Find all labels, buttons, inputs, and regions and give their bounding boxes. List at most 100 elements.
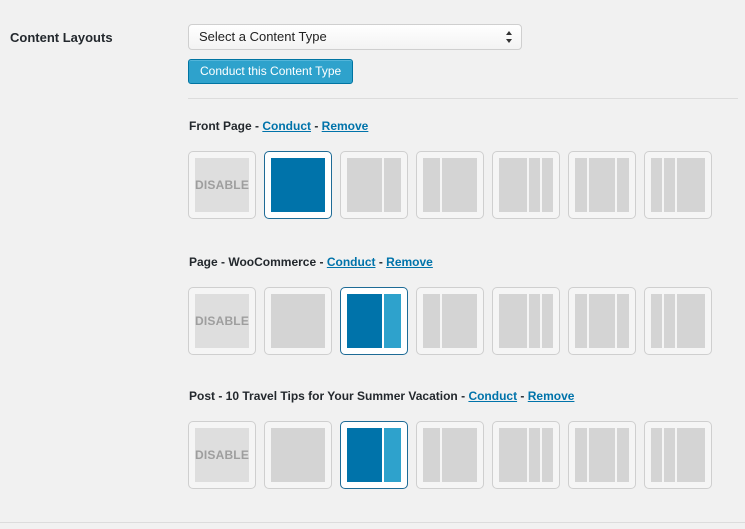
layout-column: [423, 428, 440, 482]
content-type-select-value: Select a Content Type: [199, 29, 327, 44]
conduct-content-type-button[interactable]: Conduct this Content Type: [188, 59, 354, 84]
content-type-select[interactable]: Select a Content Type: [188, 24, 522, 50]
disable-label: DISABLE: [195, 294, 249, 348]
layout-column: [442, 158, 477, 212]
section-front-page-title: Front Page - Conduct - Remove: [189, 119, 369, 133]
layout-option-content-sidebar-sidebar[interactable]: [492, 151, 560, 219]
section-post-title: Post - 10 Travel Tips for Your Summer Va…: [189, 389, 575, 403]
layout-option-full-width[interactable]: [264, 287, 332, 355]
layout-option-sidebar-content-sidebar[interactable]: [568, 287, 636, 355]
layout-column: [384, 294, 401, 348]
layout-column: [384, 428, 401, 482]
disable-label: DISABLE: [195, 158, 249, 212]
layout-column: [677, 158, 705, 212]
layout-preview-icon: [499, 158, 553, 212]
layout-option-disable[interactable]: DISABLE: [188, 287, 256, 355]
layout-column: [271, 428, 325, 482]
layout-preview-icon: [499, 294, 553, 348]
layout-options-front-page: DISABLE: [188, 151, 718, 219]
layout-option-disable[interactable]: DISABLE: [188, 151, 256, 219]
layout-column: [664, 428, 675, 482]
layout-column: [347, 158, 382, 212]
layout-column: [651, 428, 662, 482]
bottom-divider: [0, 522, 745, 523]
layout-option-content-sidebar[interactable]: [340, 421, 408, 489]
layout-column: [575, 158, 587, 212]
section-title-text: Front Page: [189, 119, 252, 133]
remove-link[interactable]: Remove: [528, 389, 575, 403]
layout-option-sidebar-content[interactable]: [416, 151, 484, 219]
layout-option-full-width[interactable]: [264, 151, 332, 219]
conduct-link[interactable]: Conduct: [262, 119, 311, 133]
layout-column: [347, 294, 382, 348]
layout-option-sidebar-sidebar-content[interactable]: [644, 421, 712, 489]
layout-column: [664, 294, 675, 348]
layout-column: [677, 428, 705, 482]
layout-preview-icon: [423, 294, 477, 348]
top-divider: [188, 98, 738, 99]
layout-preview-icon: [347, 158, 401, 212]
layout-option-sidebar-content[interactable]: [416, 287, 484, 355]
layout-preview-icon: [347, 428, 401, 482]
layout-column: [677, 294, 705, 348]
layout-preview-icon: [423, 158, 477, 212]
content-layouts-label: Content Layouts: [10, 30, 113, 45]
select-arrows-icon: [505, 30, 513, 44]
layout-column: [423, 294, 440, 348]
layout-preview-icon: [651, 294, 705, 348]
layout-preview-icon: [651, 158, 705, 212]
layout-column: [575, 294, 587, 348]
layout-column: [384, 158, 401, 212]
conduct-link[interactable]: Conduct: [468, 389, 517, 403]
layout-option-sidebar-sidebar-content[interactable]: [644, 287, 712, 355]
layout-column: [542, 158, 553, 212]
layout-option-sidebar-content-sidebar[interactable]: [568, 151, 636, 219]
layout-preview-icon: [651, 428, 705, 482]
layout-options-post: DISABLE: [188, 421, 718, 489]
layout-preview-icon: [347, 294, 401, 348]
layout-option-sidebar-content[interactable]: [416, 421, 484, 489]
layout-option-content-sidebar[interactable]: [340, 151, 408, 219]
layout-column: [271, 158, 325, 212]
layout-option-full-width[interactable]: [264, 421, 332, 489]
layout-option-content-sidebar-sidebar[interactable]: [492, 421, 560, 489]
remove-link[interactable]: Remove: [322, 119, 369, 133]
section-title-text: Post - 10 Travel Tips for Your Summer Va…: [189, 389, 458, 403]
layout-option-sidebar-content-sidebar[interactable]: [568, 421, 636, 489]
layout-preview-icon: [271, 428, 325, 482]
section-title-text: Page - WooCommerce: [189, 255, 317, 269]
layout-option-disable[interactable]: DISABLE: [188, 421, 256, 489]
layout-column: [651, 158, 662, 212]
layout-preview-icon: [271, 158, 325, 212]
layout-column: [499, 158, 527, 212]
layout-column: [499, 428, 527, 482]
layout-column: [589, 428, 615, 482]
layout-column: [617, 428, 629, 482]
layout-preview-icon: [575, 428, 629, 482]
layout-column: [651, 294, 662, 348]
layout-column: [589, 158, 615, 212]
layout-column: [664, 158, 675, 212]
layout-column: [589, 294, 615, 348]
layout-column: [423, 158, 440, 212]
layout-column: [529, 428, 540, 482]
layout-preview-icon: [575, 158, 629, 212]
layout-column: [529, 158, 540, 212]
disable-label: DISABLE: [195, 428, 249, 482]
layout-column: [442, 294, 477, 348]
layout-preview-icon: [575, 294, 629, 348]
layout-option-content-sidebar-sidebar[interactable]: [492, 287, 560, 355]
layout-column: [542, 428, 553, 482]
layout-column: [347, 428, 382, 482]
conduct-link[interactable]: Conduct: [327, 255, 376, 269]
layout-options-page-woocommerce: DISABLE: [188, 287, 718, 355]
layout-column: [442, 428, 477, 482]
layout-preview-icon: [499, 428, 553, 482]
layout-option-content-sidebar[interactable]: [340, 287, 408, 355]
layout-column: [575, 428, 587, 482]
layout-preview-icon: [271, 294, 325, 348]
layout-option-sidebar-sidebar-content[interactable]: [644, 151, 712, 219]
layout-column: [499, 294, 527, 348]
section-page-woocommerce-title: Page - WooCommerce - Conduct - Remove: [189, 255, 433, 269]
remove-link[interactable]: Remove: [386, 255, 433, 269]
